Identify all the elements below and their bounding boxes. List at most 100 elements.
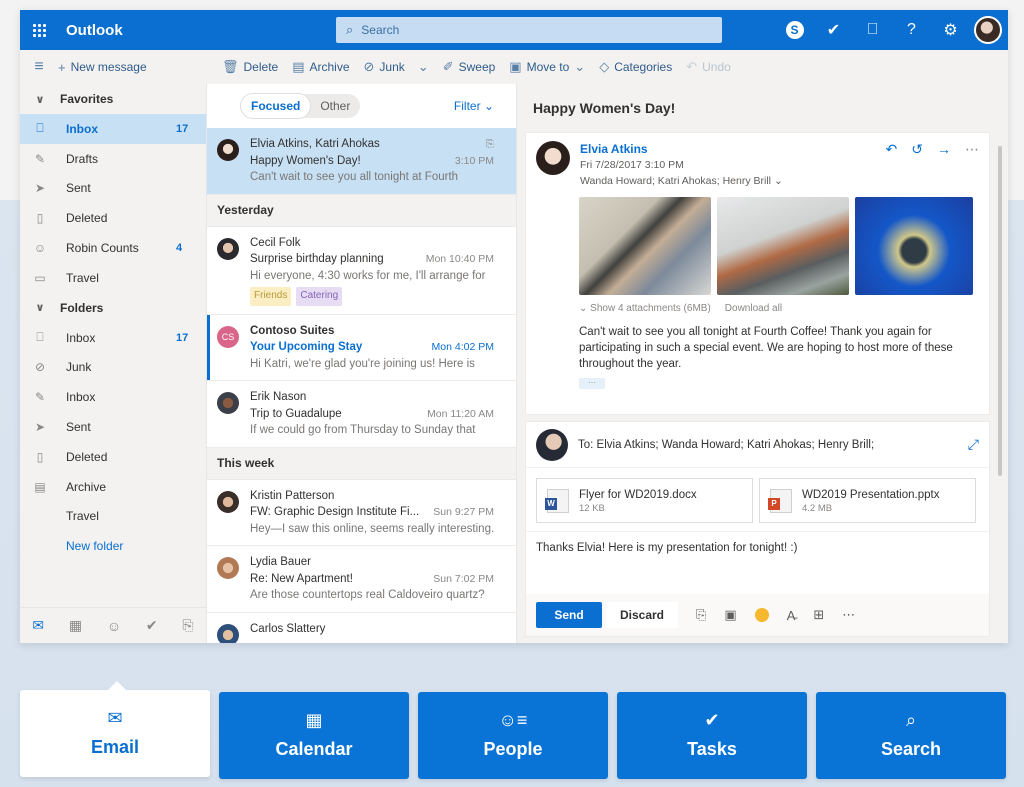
sender-avatar[interactable]: [536, 141, 570, 175]
attachment-image-thumbnail[interactable]: [579, 197, 711, 295]
avatar: [217, 623, 239, 643]
show-quoted-text-button[interactable]: ···: [579, 378, 605, 389]
todo-check-icon[interactable]: ✔: [814, 10, 853, 50]
nav-item-folder-deleted[interactable]: ▯ Deleted: [20, 442, 206, 472]
new-folder-link[interactable]: New folder: [20, 531, 206, 561]
reading-pane-scrollbar[interactable]: [998, 146, 1002, 476]
forward-icon[interactable]: →: [937, 141, 951, 189]
nav-item-junk[interactable]: ⊘ Junk: [20, 353, 206, 383]
nav-label: Inbox: [66, 330, 96, 345]
tile-label: Email: [90, 737, 140, 757]
undo-button[interactable]: ↶ Undo: [686, 59, 731, 75]
nav-item-drafts[interactable]: ✎ Drafts: [20, 144, 206, 174]
trash-icon: ▯: [36, 211, 44, 226]
archive-icon: ▤: [292, 59, 305, 74]
sender-name[interactable]: Elvia Atkins: [580, 141, 783, 157]
profile-avatar[interactable]: [974, 16, 1002, 44]
person-icon: ☺: [33, 241, 47, 256]
calendar-icon[interactable]: ▦: [69, 617, 82, 634]
nav-item-folder-inbox-2[interactable]: ✎ Inbox: [20, 382, 206, 412]
subject: FW: Graphic Design Institute Fi...: [250, 506, 420, 518]
attachment-image-thumbnail[interactable]: [855, 197, 973, 295]
message-row[interactable]: Erik Nason Trip to Guadalupe Mon 11:20 AM…: [207, 381, 516, 448]
nav-label: Inbox: [66, 390, 96, 405]
tag-icon: ◇: [599, 59, 610, 74]
message-row[interactable]: Carlos Slattery: [207, 612, 516, 643]
command-bar: ≡ + New message 🗑︎ Delete ▤ Archive ⊘ Junk ⌄ …: [20, 50, 1008, 84]
message-row[interactable]: Elvia Atkins, Katri Ahokas ⎘ Happy Women'…: [207, 128, 516, 195]
tasks-icon[interactable]: ✔: [146, 617, 158, 634]
app-launcher-icon[interactable]: [20, 10, 58, 50]
expand-recipients-icon[interactable]: ⌄: [774, 175, 783, 187]
hamburger-menu-icon[interactable]: ≡: [20, 58, 58, 76]
new-message-button[interactable]: + New message: [58, 60, 208, 75]
more-actions-icon[interactable]: ⋯: [965, 141, 979, 189]
nav-item-folder-travel[interactable]: Travel: [20, 502, 206, 532]
tile-people[interactable]: ☺≡ People: [418, 692, 608, 779]
insert-table-icon[interactable]: ⊞: [813, 607, 824, 623]
attachment-file[interactable]: P WD2019 Presentation.pptx 4.2 MB: [759, 478, 976, 523]
sender: Erik Nason: [250, 391, 307, 403]
nav-item-folder-inbox[interactable]: ⎕ Inbox 17: [20, 323, 206, 353]
move-to-button[interactable]: ▣ Move to ⌄: [509, 59, 585, 75]
tile-search[interactable]: ⌕ Search: [816, 692, 1006, 779]
new-folder-label: New folder: [66, 539, 124, 554]
show-attachments-link[interactable]: ⌄ Show 4 attachments (6MB): [579, 303, 711, 314]
nav-item-folder-sent[interactable]: ➤ Sent: [20, 412, 206, 442]
categories-button[interactable]: ◇ Categories: [599, 59, 672, 75]
nav-item-favorites-inbox[interactable]: ⎕ Inbox 17: [20, 114, 206, 144]
reply-recipients[interactable]: To: Elvia Atkins; Wanda Howard; Katri Ah…: [578, 439, 874, 451]
nav-item-sent[interactable]: ➤ Sent: [20, 174, 206, 204]
more-options-icon[interactable]: ⋯: [842, 607, 855, 623]
folders-header[interactable]: ∨ Folders: [20, 293, 206, 323]
search-input[interactable]: ⌕ Search: [336, 17, 722, 43]
help-icon[interactable]: ?: [892, 10, 931, 50]
delete-button[interactable]: 🗑︎ Delete: [222, 59, 278, 75]
nav-label: Drafts: [66, 151, 99, 166]
nav-item-deleted[interactable]: ▯ Deleted: [20, 203, 206, 233]
group-header-yesterday: Yesterday: [207, 194, 516, 227]
skype-icon[interactable]: S: [775, 10, 814, 50]
message-row[interactable]: Lydia Bauer Re: New Apartment! Sun 7:02 P…: [207, 546, 516, 613]
tab-focused[interactable]: Focused: [241, 94, 311, 118]
nav-item-travel[interactable]: ▭ Travel: [20, 263, 206, 293]
reply-all-icon[interactable]: ↺: [911, 141, 923, 189]
message-row[interactable]: Kristin Patterson FW: Graphic Design Ins…: [207, 479, 516, 546]
attachment-image-thumbnail[interactable]: [717, 197, 849, 295]
discard-button[interactable]: Discard: [606, 602, 678, 628]
reply-body-editor[interactable]: Thanks Elvia! Here is my presentation fo…: [526, 532, 989, 592]
sweep-button[interactable]: ✐ Sweep: [443, 59, 496, 75]
settings-gear-icon[interactable]: ⚙: [931, 10, 970, 50]
pop-out-icon[interactable]: ⤢: [968, 436, 979, 453]
junk-button[interactable]: ⊘ Junk ⌄: [364, 59, 429, 75]
message-row[interactable]: CS Contoso Suites Your Upcoming Stay Mon …: [207, 314, 516, 381]
nav-label: Sent: [66, 420, 91, 435]
attachment-file[interactable]: W Flyer for WD2019.docx 12 KB: [536, 478, 753, 523]
tile-calendar[interactable]: ▦ Calendar: [219, 692, 409, 779]
favorites-header[interactable]: ∨ Favorites: [20, 84, 206, 114]
message-row[interactable]: Cecil Folk Surprise birthday planning Mon…: [207, 226, 516, 315]
send-button[interactable]: Send: [536, 602, 602, 628]
paperclip-icon[interactable]: ⎘: [182, 617, 193, 634]
archive-button[interactable]: ▤ Archive: [292, 59, 349, 75]
attach-icon[interactable]: ⎘: [696, 607, 706, 623]
nav-item-archive[interactable]: ▤ Archive: [20, 472, 206, 502]
format-text-icon[interactable]: A̵: [787, 608, 796, 623]
tab-other[interactable]: Other: [310, 94, 360, 118]
nav-item-robin-counts[interactable]: ☺ Robin Counts 4: [20, 233, 206, 263]
tile-email[interactable]: ✉ Email: [20, 681, 210, 777]
filter-button[interactable]: Filter ⌄: [454, 99, 494, 113]
nav-label: Travel: [66, 270, 99, 285]
tile-tasks[interactable]: ✔ Tasks: [617, 692, 807, 779]
mail-icon[interactable]: ✉: [32, 617, 44, 634]
emoji-icon[interactable]: [754, 608, 769, 622]
sender: Kristin Patterson: [250, 489, 335, 502]
people-icon[interactable]: ☺: [107, 618, 121, 634]
bell-icon[interactable]: ⎕: [853, 10, 892, 50]
download-all-link[interactable]: Download all: [725, 303, 782, 314]
insert-image-icon[interactable]: ▣: [724, 607, 736, 623]
block-icon: ⊘: [34, 360, 46, 375]
chevron-down-icon[interactable]: ⌄: [418, 59, 429, 75]
reply-icon[interactable]: ↶: [886, 141, 898, 189]
preview: Hey—I saw this online, seems really inte…: [250, 522, 494, 535]
